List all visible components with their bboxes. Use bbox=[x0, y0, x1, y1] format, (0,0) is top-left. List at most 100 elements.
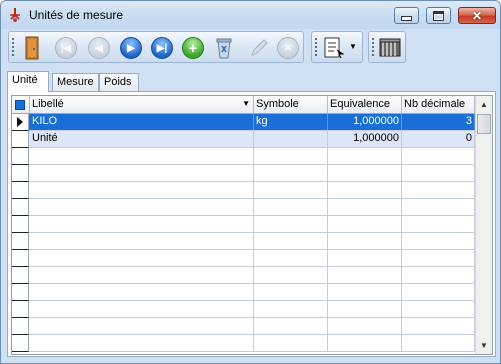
next-record-icon[interactable]: ▶ bbox=[120, 37, 142, 59]
scroll-up-icon[interactable]: ▲ bbox=[476, 96, 492, 113]
scroll-thumb[interactable] bbox=[477, 114, 491, 134]
delete-icon[interactable] bbox=[216, 37, 232, 59]
select-all-header[interactable] bbox=[12, 96, 30, 113]
vertical-scrollbar[interactable]: ▲ ▼ bbox=[475, 96, 492, 354]
column-header-label: Nb décimale bbox=[404, 98, 466, 110]
tab-label: Unité bbox=[12, 74, 38, 86]
edit-icon[interactable] bbox=[249, 38, 269, 58]
table-row[interactable]: KILO kg 1,000000 3 bbox=[12, 114, 475, 131]
close-icon: ✕ bbox=[471, 8, 483, 23]
cancel-icon[interactable]: ✕ bbox=[277, 37, 299, 59]
empty-cell bbox=[402, 267, 475, 283]
minimize-icon bbox=[401, 16, 412, 21]
empty-table-row bbox=[12, 233, 475, 250]
empty-cell bbox=[402, 182, 475, 198]
column-header-nb-decimale[interactable]: Nb décimale bbox=[402, 96, 475, 113]
empty-cell bbox=[402, 199, 475, 215]
empty-cell bbox=[30, 301, 254, 317]
row-indicator bbox=[12, 165, 29, 182]
empty-cell bbox=[30, 182, 254, 198]
scroll-down-icon[interactable]: ▼ bbox=[476, 337, 492, 354]
empty-cell bbox=[402, 318, 475, 334]
empty-cell bbox=[30, 318, 254, 334]
empty-cell bbox=[254, 318, 328, 334]
cell-libelle[interactable]: KILO bbox=[30, 114, 254, 130]
table-header: Libellé ▼ Symbole Equivalence Nb décimal… bbox=[12, 96, 475, 114]
tab-label: Poids bbox=[104, 76, 132, 88]
cell-symbole[interactable] bbox=[254, 131, 328, 147]
last-record-icon[interactable]: ▶| bbox=[151, 37, 173, 59]
cell-equivalence[interactable]: 1,000000 bbox=[328, 131, 402, 147]
column-header-symbole[interactable]: Symbole bbox=[254, 96, 328, 113]
maximize-button[interactable] bbox=[426, 7, 451, 24]
empty-cell bbox=[402, 165, 475, 181]
row-indicator bbox=[12, 148, 29, 165]
toolbar: |◀ ◀ ▶ ▶| + ✕ ▼ bbox=[1, 29, 500, 65]
empty-table-row bbox=[12, 199, 475, 216]
tab-mesure[interactable]: Mesure bbox=[52, 73, 99, 91]
toolbar-grip[interactable] bbox=[315, 38, 317, 58]
row-indicator bbox=[12, 250, 29, 267]
empty-cell bbox=[254, 267, 328, 283]
empty-cell bbox=[30, 335, 254, 351]
empty-cell bbox=[402, 284, 475, 300]
toolbar-grip[interactable] bbox=[372, 38, 374, 58]
empty-cell bbox=[254, 148, 328, 164]
title-bar[interactable]: Unités de mesure ✕ bbox=[1, 1, 500, 29]
column-header-label: Equivalence bbox=[330, 98, 390, 110]
column-header-libelle[interactable]: Libellé ▼ bbox=[30, 96, 254, 113]
empty-table-row bbox=[12, 216, 475, 233]
empty-table-row bbox=[12, 267, 475, 284]
empty-cell bbox=[328, 148, 402, 164]
first-record-icon[interactable]: |◀ bbox=[55, 37, 77, 59]
filing-cabinet-icon[interactable] bbox=[378, 38, 402, 58]
empty-cell bbox=[254, 301, 328, 317]
column-header-label: Symbole bbox=[256, 98, 299, 110]
empty-cell bbox=[328, 199, 402, 215]
empty-cell bbox=[328, 318, 402, 334]
empty-table-row bbox=[12, 250, 475, 267]
door-exit-icon[interactable] bbox=[25, 36, 39, 60]
previous-record-icon[interactable]: ◀ bbox=[88, 37, 110, 59]
add-icon[interactable]: + bbox=[182, 37, 204, 59]
row-indicator bbox=[12, 284, 29, 301]
empty-cell bbox=[30, 250, 254, 266]
empty-cell bbox=[254, 335, 328, 351]
close-button[interactable]: ✕ bbox=[458, 7, 496, 24]
cell-nb-decimale[interactable]: 0 bbox=[402, 131, 475, 147]
row-indicator bbox=[12, 318, 29, 335]
app-icon bbox=[10, 8, 20, 22]
empty-table-row bbox=[12, 148, 475, 165]
empty-cell bbox=[402, 335, 475, 351]
row-indicator[interactable] bbox=[12, 131, 29, 148]
cell-nb-decimale[interactable]: 3 bbox=[402, 114, 475, 130]
empty-table-row bbox=[12, 284, 475, 301]
empty-table-row bbox=[12, 182, 475, 199]
empty-cell bbox=[254, 250, 328, 266]
empty-cell bbox=[402, 148, 475, 164]
empty-table-row bbox=[12, 165, 475, 182]
tab-poids[interactable]: Poids bbox=[99, 73, 139, 91]
column-header-equivalence[interactable]: Equivalence bbox=[328, 96, 402, 113]
app-window: Unités de mesure ✕ |◀ ◀ ▶ ▶| + ✕ ▼ Unité… bbox=[0, 0, 501, 364]
empty-cell bbox=[402, 233, 475, 249]
table-row[interactable]: Unité 1,000000 0 bbox=[12, 131, 475, 148]
empty-cell bbox=[30, 284, 254, 300]
row-indicator[interactable] bbox=[12, 114, 29, 131]
toolbar-grip[interactable] bbox=[12, 38, 14, 58]
cell-symbole[interactable]: kg bbox=[254, 114, 328, 130]
empty-table-row bbox=[12, 318, 475, 335]
tab-unite[interactable]: Unité bbox=[7, 71, 49, 92]
row-indicator bbox=[12, 182, 29, 199]
row-indicator bbox=[12, 233, 29, 250]
units-table[interactable]: Libellé ▼ Symbole Equivalence Nb décimal… bbox=[11, 95, 493, 355]
cell-equivalence[interactable]: 1,000000 bbox=[328, 114, 402, 130]
cell-libelle[interactable]: Unité bbox=[30, 131, 254, 147]
empty-cell bbox=[328, 301, 402, 317]
tab-label: Mesure bbox=[57, 76, 94, 88]
empty-cell bbox=[328, 182, 402, 198]
minimize-button[interactable] bbox=[394, 7, 419, 24]
report-icon[interactable] bbox=[324, 37, 344, 59]
dropdown-icon[interactable]: ▼ bbox=[349, 42, 357, 51]
empty-cell bbox=[254, 182, 328, 198]
